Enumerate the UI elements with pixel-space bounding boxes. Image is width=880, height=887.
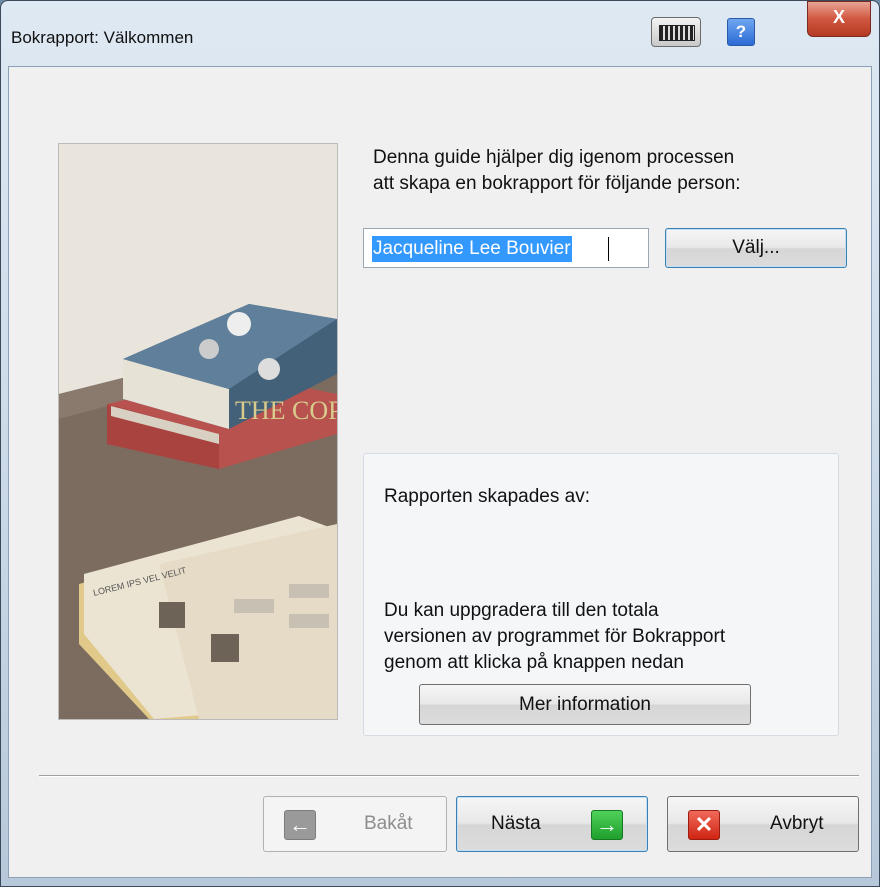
upgrade-line-1: Du kan uppgradera till den totala xyxy=(384,600,659,621)
intro-text: Denna guide hjälper dig igenom processen… xyxy=(373,145,833,197)
window-title: Bokrapport: Välkommen xyxy=(11,28,194,47)
intro-line-1: Denna guide hjälper dig igenom processen xyxy=(373,147,735,168)
upgrade-line-3: genom att klicka på knappen nedan xyxy=(384,652,684,673)
close-button[interactable]: X xyxy=(807,1,871,37)
upgrade-line-2: versionen av programmet för Bokrapport xyxy=(384,626,726,647)
cancel-button[interactable]: ✕ Avbryt xyxy=(667,796,859,852)
upgrade-text: Du kan uppgradera till den totala versio… xyxy=(384,598,725,676)
cancel-label: Avbryt xyxy=(770,813,824,834)
more-info-button[interactable]: Mer information xyxy=(419,684,751,725)
arrow-left-icon: ← xyxy=(284,810,316,840)
intro-line-2: att skapa en bokrapport för följande per… xyxy=(373,173,741,194)
x-icon: ✕ xyxy=(688,810,720,840)
books-illustration: THE COPP LOREM IPS VEL VELIT xyxy=(58,143,338,720)
wizard-page: THE COPP LOREM IPS VEL VELIT Denna guide… xyxy=(8,66,872,878)
created-by-label: Rapporten skapades av: xyxy=(384,486,590,507)
next-button[interactable]: Nästa → xyxy=(456,796,648,852)
footer-separator xyxy=(39,775,859,777)
title-bar[interactable]: Bokrapport: Välkommen ? X xyxy=(1,1,879,67)
person-name-value: Jacqueline Lee Bouvier xyxy=(372,236,572,262)
back-button[interactable]: ← Bakåt xyxy=(263,796,447,852)
next-label: Nästa xyxy=(491,813,541,834)
text-caret xyxy=(608,237,609,261)
person-name-input[interactable]: Jacqueline Lee Bouvier xyxy=(363,228,649,268)
help-button[interactable]: ? xyxy=(727,18,755,46)
choose-person-button[interactable]: Välj... xyxy=(665,228,847,268)
books-image: THE COPP LOREM IPS VEL VELIT xyxy=(59,144,337,719)
back-label: Bakåt xyxy=(364,813,413,834)
book-title-text: THE COPP xyxy=(235,396,337,425)
keyboard-icon[interactable] xyxy=(651,17,701,47)
arrow-right-icon: → xyxy=(591,810,623,840)
